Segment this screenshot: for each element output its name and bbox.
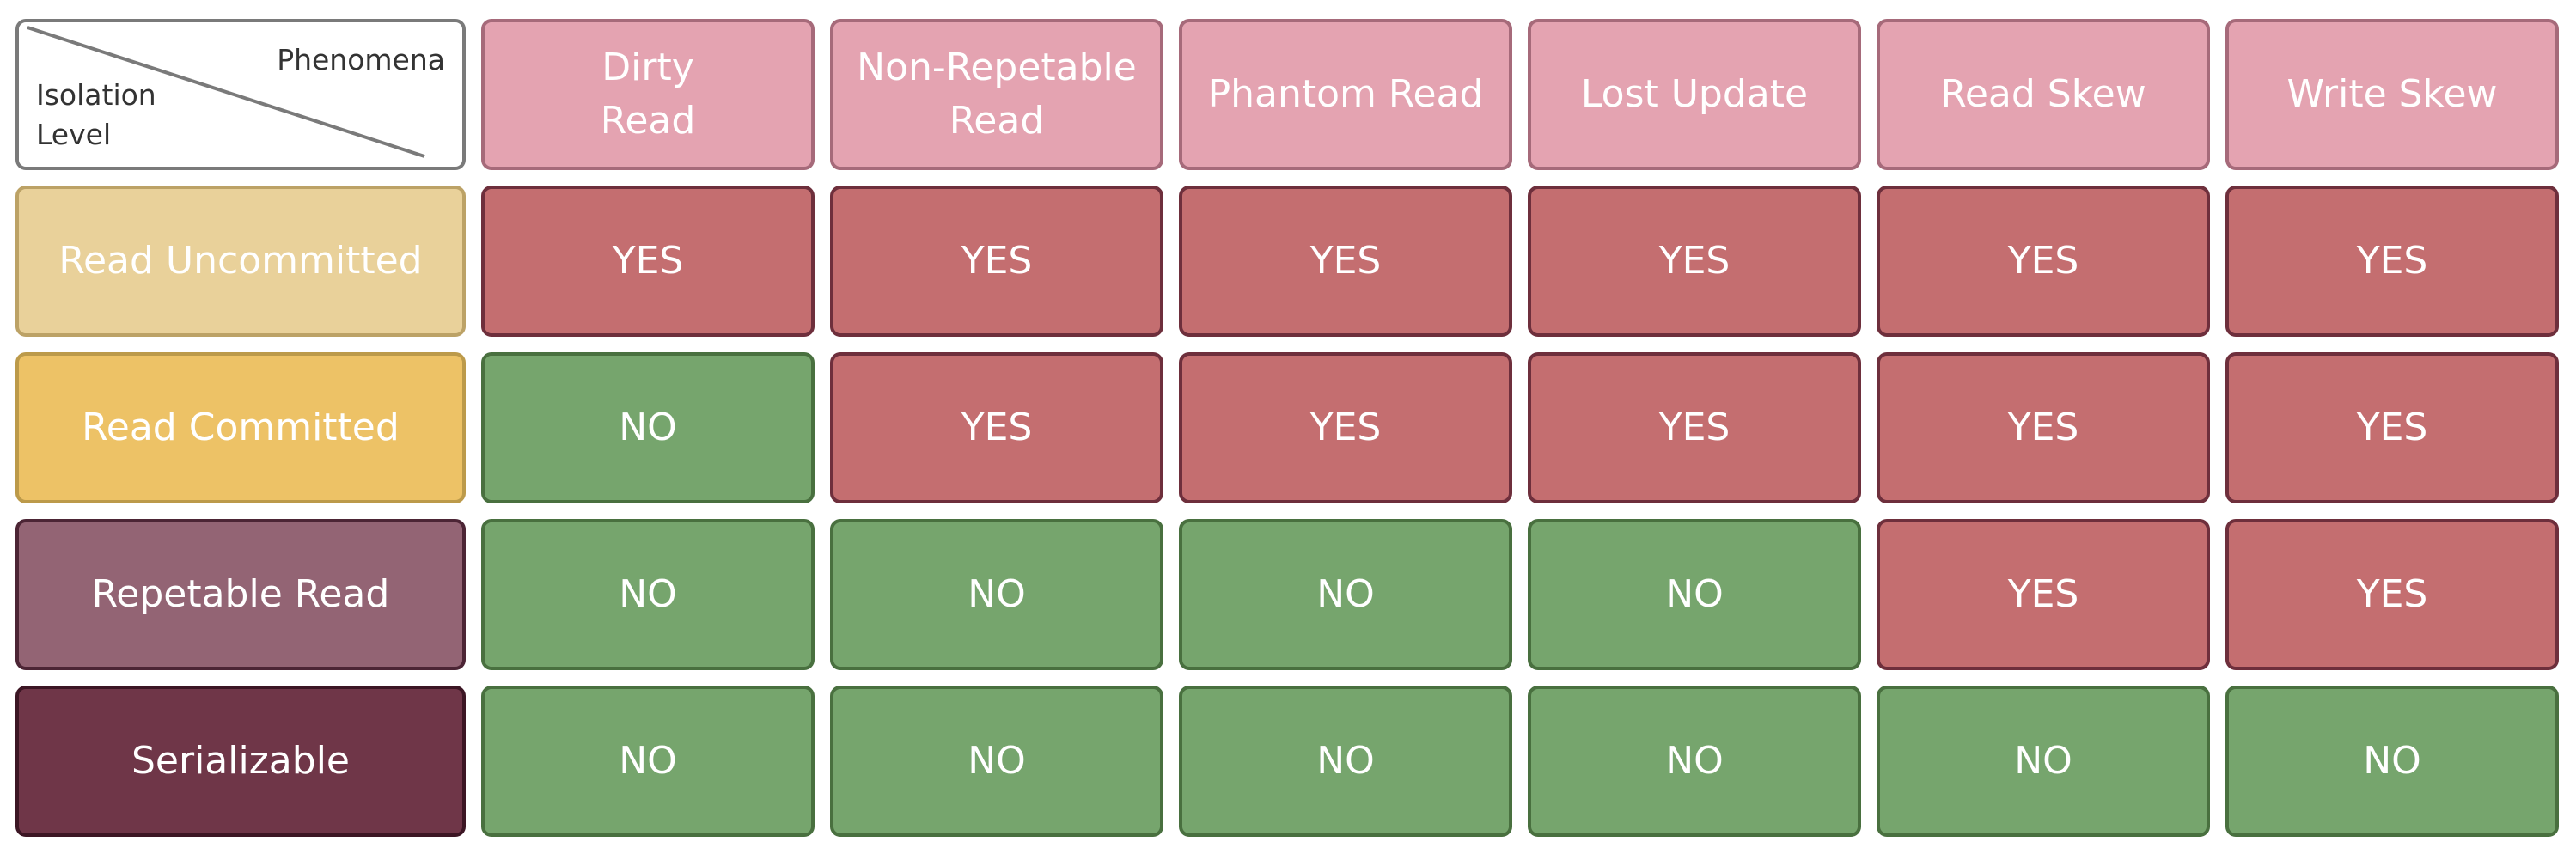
header-read-skew: Read Skew	[1877, 19, 2210, 170]
level-serializable: Serializable	[15, 686, 466, 837]
cell-serializable-dirty-read: NO	[481, 686, 815, 837]
cell-repetable-read-write-skew: YES	[2225, 519, 2559, 670]
level-read-committed: Read Committed	[15, 352, 466, 503]
cell-serializable-non-repetable-read: NO	[830, 686, 1163, 837]
cell-repetable-read-phantom-read: NO	[1179, 519, 1512, 670]
cell-read-uncommitted-phantom-read: YES	[1179, 186, 1512, 337]
cell-serializable-read-skew: NO	[1877, 686, 2210, 837]
cell-repetable-read-dirty-read: NO	[481, 519, 815, 670]
corner-isolation-level-label: Isolation Level	[36, 78, 156, 151]
cell-repetable-read-non-repetable-read: NO	[830, 519, 1163, 670]
cell-read-committed-lost-update: YES	[1528, 352, 1861, 503]
cell-read-committed-read-skew: YES	[1877, 352, 2210, 503]
level-repetable-read: Repetable Read	[15, 519, 466, 670]
cell-read-uncommitted-write-skew: YES	[2225, 186, 2559, 337]
header-lost-update: Lost Update	[1528, 19, 1861, 170]
header-dirty-read: Dirty Read	[481, 19, 815, 170]
cell-serializable-write-skew: NO	[2225, 686, 2559, 837]
cell-repetable-read-lost-update: NO	[1528, 519, 1861, 670]
cell-repetable-read-read-skew: YES	[1877, 519, 2210, 670]
cell-read-uncommitted-non-repetable-read: YES	[830, 186, 1163, 337]
cell-serializable-phantom-read: NO	[1179, 686, 1512, 837]
header-non-repeatable-read: Non-Repetable Read	[830, 19, 1163, 170]
corner-header: Phenomena Isolation Level	[15, 19, 466, 170]
cell-read-uncommitted-read-skew: YES	[1877, 186, 2210, 337]
header-phantom-read: Phantom Read	[1179, 19, 1512, 170]
corner-phenomena-label: Phenomena	[277, 43, 445, 76]
cell-read-committed-phantom-read: YES	[1179, 352, 1512, 503]
header-write-skew: Write Skew	[2225, 19, 2559, 170]
level-read-uncommitted: Read Uncommitted	[15, 186, 466, 337]
cell-serializable-lost-update: NO	[1528, 686, 1861, 837]
cell-read-committed-write-skew: YES	[2225, 352, 2559, 503]
cell-read-uncommitted-lost-update: YES	[1528, 186, 1861, 337]
cell-read-committed-dirty-read: NO	[481, 352, 815, 503]
cell-read-committed-non-repetable-read: YES	[830, 352, 1163, 503]
cell-read-uncommitted-dirty-read: YES	[481, 186, 815, 337]
